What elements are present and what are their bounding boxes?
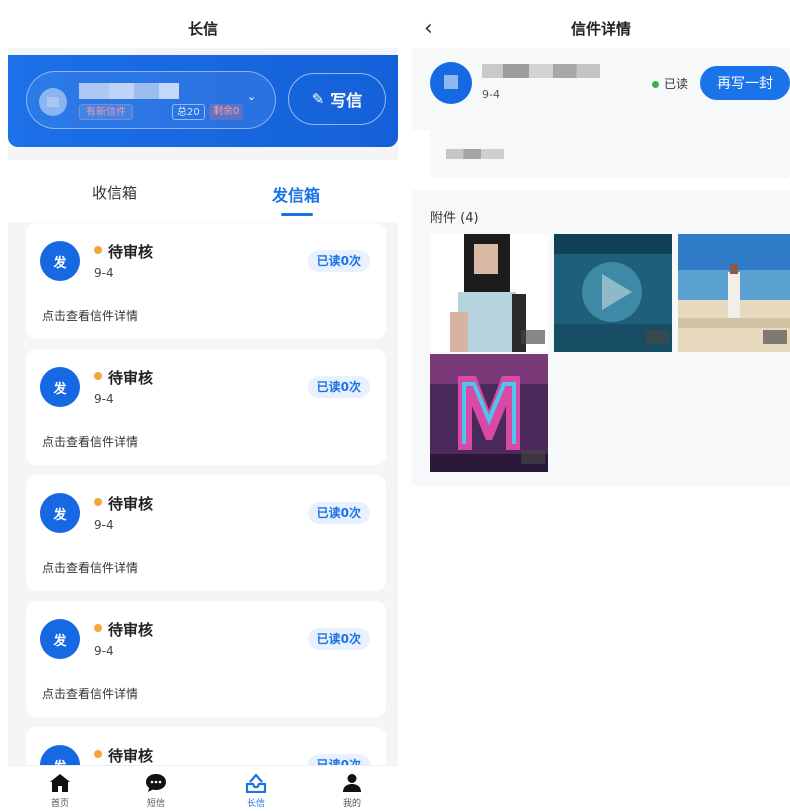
view-letter-link[interactable]: 点击查看信件详情: [42, 685, 138, 702]
account-name-redacted: [79, 83, 179, 99]
account-selector[interactable]: 有新信件 总20 剩余0 ⌄: [26, 71, 276, 129]
view-letter-link[interactable]: 点击查看信件详情: [42, 307, 138, 324]
attachment-thumbnail[interactable]: [430, 354, 548, 472]
tabbar-item-home[interactable]: 首页: [30, 772, 90, 809]
read-count-badge: 已读0次: [307, 250, 370, 272]
page-header: ‹ 信件详情: [412, 8, 790, 48]
letter-status: 待审核: [108, 495, 154, 513]
mailbox-tabs: 收信箱 发信箱: [8, 160, 398, 222]
image-count-badge: [521, 330, 545, 344]
view-letter-link[interactable]: 点击查看信件详情: [42, 559, 138, 576]
page-header: 长信: [8, 8, 398, 48]
letter-status: 待审核: [108, 747, 154, 765]
letter-card[interactable]: 发 待审核 9-4 已读0次 点击查看信件详情: [26, 601, 386, 717]
person-icon: [322, 772, 382, 794]
letter-card[interactable]: 发 待审核 9-4 已读0次 点击查看信件详情: [26, 349, 386, 465]
bottom-tab-bar: 首页 短信 长信 我的: [8, 765, 398, 812]
letter-date: 9-4: [94, 392, 114, 406]
write-letter-label: 写信: [330, 91, 363, 110]
letter-content: [430, 130, 790, 178]
tabbar-item-messages[interactable]: 短信: [126, 772, 186, 809]
chat-bubble-icon: [126, 772, 186, 794]
read-status-dot: [652, 81, 659, 88]
new-letter-tag: 有新信件: [79, 104, 133, 120]
letter-date: 9-4: [482, 88, 500, 101]
pending-status-dot: [94, 246, 102, 254]
sender-avatar: 发: [40, 367, 80, 407]
pending-status-dot: [94, 750, 102, 758]
letter-date: 9-4: [94, 266, 114, 280]
tabbar-label: 我的: [342, 799, 361, 809]
sender-info: 9-4 已读 再写一封: [412, 48, 790, 130]
letter-text-redacted: [446, 149, 504, 159]
outbox-screen: 长信 有新信件 总20 剩余0 ⌄ ✎ 写信 收信箱 发信箱 发 待审核 9-4…: [8, 8, 398, 812]
pending-status-dot: [94, 498, 102, 506]
home-icon: [30, 772, 90, 794]
letter-date: 9-4: [94, 518, 114, 532]
chevron-left-icon[interactable]: ‹: [424, 16, 433, 41]
letter-icon: [226, 772, 286, 794]
chevron-down-icon[interactable]: ⌄: [247, 90, 256, 103]
read-status: 已读: [664, 77, 689, 91]
total-count-tag: 总20: [172, 104, 205, 120]
image-count-badge: [521, 450, 545, 464]
attachment-video-thumbnail[interactable]: [554, 234, 672, 352]
view-letter-link[interactable]: 点击查看信件详情: [42, 433, 138, 450]
letter-status: 待审核: [108, 243, 154, 261]
sender-avatar: 发: [40, 241, 80, 281]
page-title: 信件详情: [570, 19, 631, 38]
remaining-count-tag: 剩余0: [209, 104, 244, 120]
letter-date: 9-4: [94, 644, 114, 658]
attachments-title: 附件 (4): [430, 211, 479, 226]
sender-avatar: 发: [40, 619, 80, 659]
sender-name-redacted: [482, 64, 600, 78]
letter-status: 待审核: [108, 621, 154, 639]
video-duration-badge: [645, 330, 669, 344]
read-count-badge: 已读0次: [307, 376, 370, 398]
account-banner: 有新信件 总20 剩余0 ⌄ ✎ 写信: [8, 55, 398, 147]
attachments-section: 附件 (4): [412, 190, 790, 486]
letter-card[interactable]: 发 待审核 9-4 已读0次 点击查看信件详情: [26, 475, 386, 591]
letter-detail-screen: ‹ 信件详情 9-4 已读 再写一封 附件 (4): [412, 8, 790, 812]
letter-card[interactable]: 发 待审核 9-4 已读0次 点击查看信件详情: [26, 223, 386, 339]
pending-status-dot: [94, 624, 102, 632]
write-again-button[interactable]: 再写一封: [700, 66, 790, 100]
attachment-thumbnail[interactable]: [678, 234, 790, 352]
tabbar-label: 首页: [50, 799, 69, 809]
read-count-badge: 已读0次: [307, 628, 370, 650]
tabbar-label: 长信: [246, 799, 265, 809]
pencil-icon: ✎: [311, 90, 325, 108]
active-tab-indicator: [281, 213, 313, 216]
tabbar-item-profile[interactable]: 我的: [322, 772, 382, 809]
page-title: 长信: [187, 19, 218, 38]
tabbar-item-letters[interactable]: 长信: [226, 772, 286, 809]
write-letter-button[interactable]: ✎ 写信: [288, 73, 386, 125]
read-count-badge: 已读0次: [307, 502, 370, 524]
letter-status: 待审核: [108, 369, 154, 387]
tabbar-label: 短信: [146, 799, 165, 809]
pending-status-dot: [94, 372, 102, 380]
sender-avatar: 发: [40, 493, 80, 533]
sender-avatar: [430, 62, 472, 104]
attachment-thumbnail[interactable]: [430, 234, 548, 352]
tab-outbox[interactable]: 发信箱: [272, 182, 320, 206]
tab-inbox[interactable]: 收信箱: [92, 182, 137, 203]
account-avatar: [39, 88, 67, 116]
image-count-badge: [763, 330, 787, 344]
